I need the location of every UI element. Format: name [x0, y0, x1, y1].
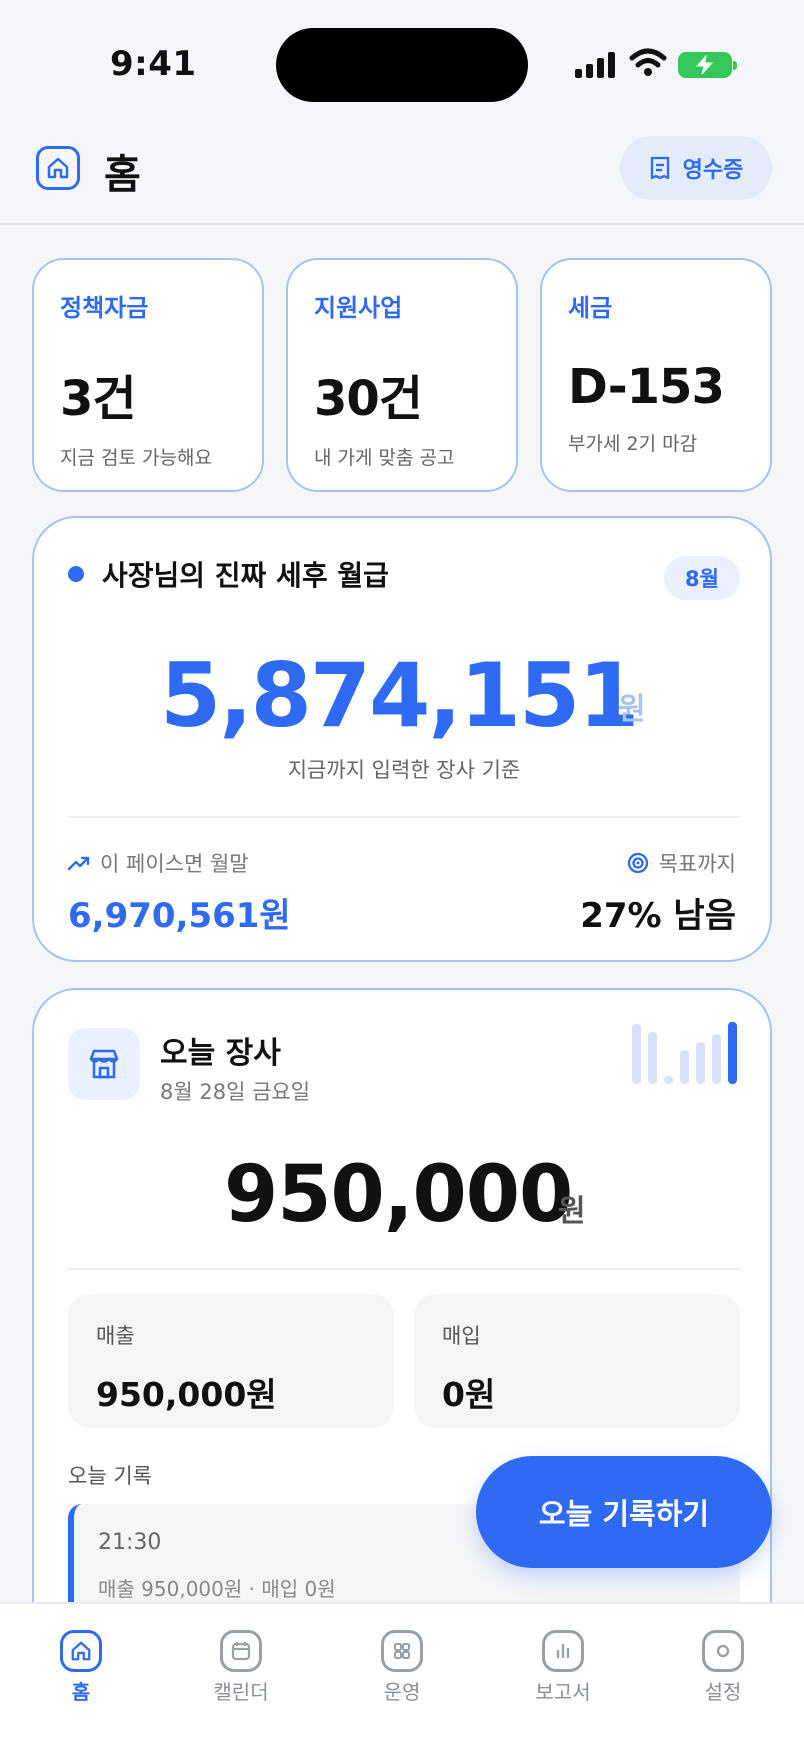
- status-time: 9:41: [110, 44, 197, 84]
- receipt-icon: [650, 156, 669, 180]
- salary-amount: 5,874,151: [160, 644, 639, 747]
- stat-subtext: 내 가게 맞춤 공고: [314, 447, 455, 469]
- receipt-label: 영수증: [682, 158, 744, 183]
- today-title: 오늘 장사: [160, 1036, 281, 1071]
- tab-label: 운영: [383, 1680, 421, 1704]
- page-title: 홈: [104, 152, 141, 198]
- tab-report[interactable]: 보고서: [508, 1630, 618, 1705]
- today-unit: 원: [558, 1194, 586, 1229]
- app-header: 홈 영수증: [0, 120, 804, 225]
- tab-calendar[interactable]: 캘린더: [186, 1630, 296, 1705]
- sales-label: 매출: [96, 1324, 135, 1348]
- salary-title: 사장님의 진짜 세후 월급: [102, 559, 389, 592]
- chart-icon: [542, 1630, 584, 1672]
- purchase-summary: 매입 0원: [414, 1294, 740, 1428]
- records-label: 오늘 기록: [68, 1464, 152, 1488]
- tab-label: 홈: [71, 1680, 91, 1704]
- sales-value: 950,000원: [96, 1375, 277, 1414]
- dynamic-island: [276, 28, 528, 102]
- tab-home[interactable]: 홈: [26, 1630, 136, 1705]
- stat-value: 3건: [60, 371, 137, 427]
- goal-label-text: 목표까지: [658, 852, 736, 876]
- stat-value: D-153: [568, 359, 725, 415]
- calendar-icon: [220, 1630, 262, 1672]
- home-icon: [60, 1630, 102, 1672]
- salary-unit: 원: [618, 692, 646, 727]
- trending-up-icon: [68, 856, 90, 871]
- record-desc: 매출 950,000원 · 매입 0원: [98, 1577, 336, 1601]
- target-icon: [627, 852, 648, 874]
- battery-icon: [678, 52, 737, 78]
- purchase-label: 매입: [442, 1324, 481, 1348]
- store-icon: [68, 1028, 140, 1100]
- month-badge[interactable]: 8월: [664, 556, 740, 600]
- divider: [68, 1268, 740, 1270]
- stat-label: 정책자금: [60, 294, 149, 322]
- pace-label-text: 이 페이스면 월말: [100, 852, 249, 876]
- tab-settings[interactable]: 설정: [668, 1630, 778, 1705]
- stat-label: 세금: [568, 294, 613, 322]
- receipt-button[interactable]: 영수증: [620, 136, 772, 200]
- goal-value: 27% 남음: [580, 896, 736, 936]
- status-dot: [68, 566, 84, 582]
- stat-label: 지원사업: [314, 294, 403, 322]
- sales-summary: 매출 950,000원: [68, 1294, 394, 1428]
- divider: [68, 816, 740, 818]
- record-today-button[interactable]: 오늘 기록하기: [476, 1456, 772, 1568]
- stat-subtext: 부가세 2기 마감: [568, 433, 698, 455]
- tab-label: 캘린더: [213, 1680, 269, 1704]
- today-date: 8월 28일 금요일: [160, 1080, 311, 1104]
- today-sales-card: 오늘 장사 8월 28일 금요일 950,000 원 매출 950,000원 매…: [32, 988, 772, 1714]
- stat-card-tax[interactable]: 세금 D-153 부가세 2기 마감: [540, 258, 772, 492]
- stat-subtext: 지금 검토 가능해요: [60, 447, 212, 469]
- tab-label: 설정: [704, 1680, 742, 1704]
- today-amount: 950,000: [224, 1150, 573, 1240]
- purchase-value: 0원: [442, 1375, 496, 1414]
- wifi-icon: [629, 48, 667, 76]
- net-salary-card[interactable]: 사장님의 진짜 세후 월급 8월 5,874,151 원 지금까지 입력한 장사…: [32, 516, 772, 962]
- bottom-tab-bar: 홈 캘린더 운영 보고서 설정: [0, 1602, 804, 1748]
- bar-chart-icon: [632, 1022, 737, 1084]
- grid-icon: [381, 1630, 423, 1672]
- stat-card-support-program[interactable]: 지원사업 30건 내 가게 맞춤 공고: [286, 258, 518, 492]
- tab-label: 보고서: [535, 1680, 591, 1704]
- pace-value: 6,970,561원: [68, 896, 291, 936]
- settings-icon: [702, 1630, 744, 1672]
- status-bar: 9:41: [0, 0, 804, 120]
- stat-card-policy-fund[interactable]: 정책자금 3건 지금 검토 가능해요: [32, 258, 264, 492]
- cellular-signal-icon: [575, 50, 615, 78]
- home-icon: [36, 146, 80, 190]
- goal-label: 목표까지: [627, 848, 736, 878]
- salary-basis-note: 지금까지 입력한 장사 기준: [287, 758, 521, 782]
- tab-operations[interactable]: 운영: [347, 1630, 457, 1705]
- stat-value: 30건: [314, 371, 423, 427]
- pace-label: 이 페이스면 월말: [68, 848, 249, 878]
